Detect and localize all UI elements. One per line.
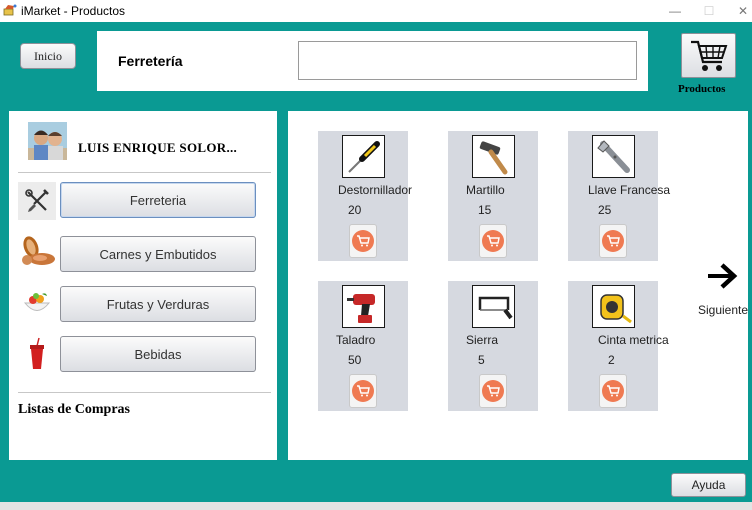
add-to-cart-button[interactable] [349,224,377,258]
category-button-bebidas[interactable]: Bebidas [60,336,256,372]
next-page-button[interactable]: Siguiente [698,256,752,318]
avatar [28,122,67,160]
tools-icon [18,182,56,220]
product-name: Taladro [336,333,376,347]
add-to-cart-button[interactable] [599,374,627,408]
add-to-cart-button[interactable] [479,224,507,258]
cart-add-icon [482,380,504,402]
add-to-cart-button[interactable] [479,374,507,408]
next-label: Siguiente [698,303,749,317]
add-to-cart-button[interactable] [599,224,627,258]
product-quantity: 20 [348,203,362,217]
product-name: Llave Francesa [588,183,671,197]
product-card: Llave Francesa 25 [568,131,670,261]
products-label: Productos [678,83,726,95]
arrow-right-icon [708,263,738,289]
cart-add-icon [482,230,504,252]
close-button[interactable]: ✕ [726,0,752,22]
tape-measure-icon [592,285,635,328]
screwdriver-icon [342,135,385,178]
product-quantity: 15 [478,203,492,217]
hammer-icon [472,135,515,178]
product-quantity: 50 [348,353,362,367]
cart-add-icon [352,380,374,402]
separator [18,392,271,393]
bottom-strip [0,502,752,510]
category-button-frutas[interactable]: Frutas y Verduras [60,286,256,322]
meat-icon [18,232,56,270]
category-title: Ferretería [118,53,183,69]
maximize-button[interactable]: ☐ [692,0,726,22]
shopping-lists-title: Listas de Compras [18,402,131,417]
soda-cup-icon [18,334,56,372]
product-card: Destornillador 20 [318,131,412,261]
help-button[interactable]: Ayuda [671,473,746,497]
search-input[interactable] [298,41,637,80]
product-quantity: 5 [478,353,485,367]
title-bar: iMarket - Productos — ☐ ✕ [0,0,752,22]
window-title: iMarket - Productos [21,4,126,18]
category-button-carnes[interactable]: Carnes y Embutidos [60,236,256,272]
product-card: Martillo 15 [448,131,538,261]
fruit-bowl-icon [18,284,56,322]
category-button-ferreteria[interactable]: Ferreteria [60,182,256,218]
product-name: Cinta metrica [598,333,669,347]
app-logo-icon [3,4,17,16]
product-card: Taladro 50 [318,281,408,411]
product-quantity: 25 [598,203,612,217]
products-cart-button[interactable] [681,33,736,78]
user-name: LUIS ENRIQUE SOLOR... [78,140,238,155]
product-card: Sierra 5 [448,281,538,411]
cart-add-icon [602,380,624,402]
cart-add-icon [602,230,624,252]
separator [18,172,271,173]
drill-icon [342,285,385,328]
product-quantity: 2 [608,353,615,367]
cart-add-icon [352,230,374,252]
add-to-cart-button[interactable] [349,374,377,408]
product-name: Sierra [466,333,499,347]
product-name: Martillo [466,183,505,197]
home-button[interactable]: Inicio [20,43,76,69]
shopping-cart-icon [690,40,727,71]
saw-icon [472,285,515,328]
product-card: Cinta metrica 2 [568,281,669,411]
product-name: Destornillador [338,183,413,197]
wrench-icon [592,135,635,178]
minimize-button[interactable]: — [658,0,692,22]
